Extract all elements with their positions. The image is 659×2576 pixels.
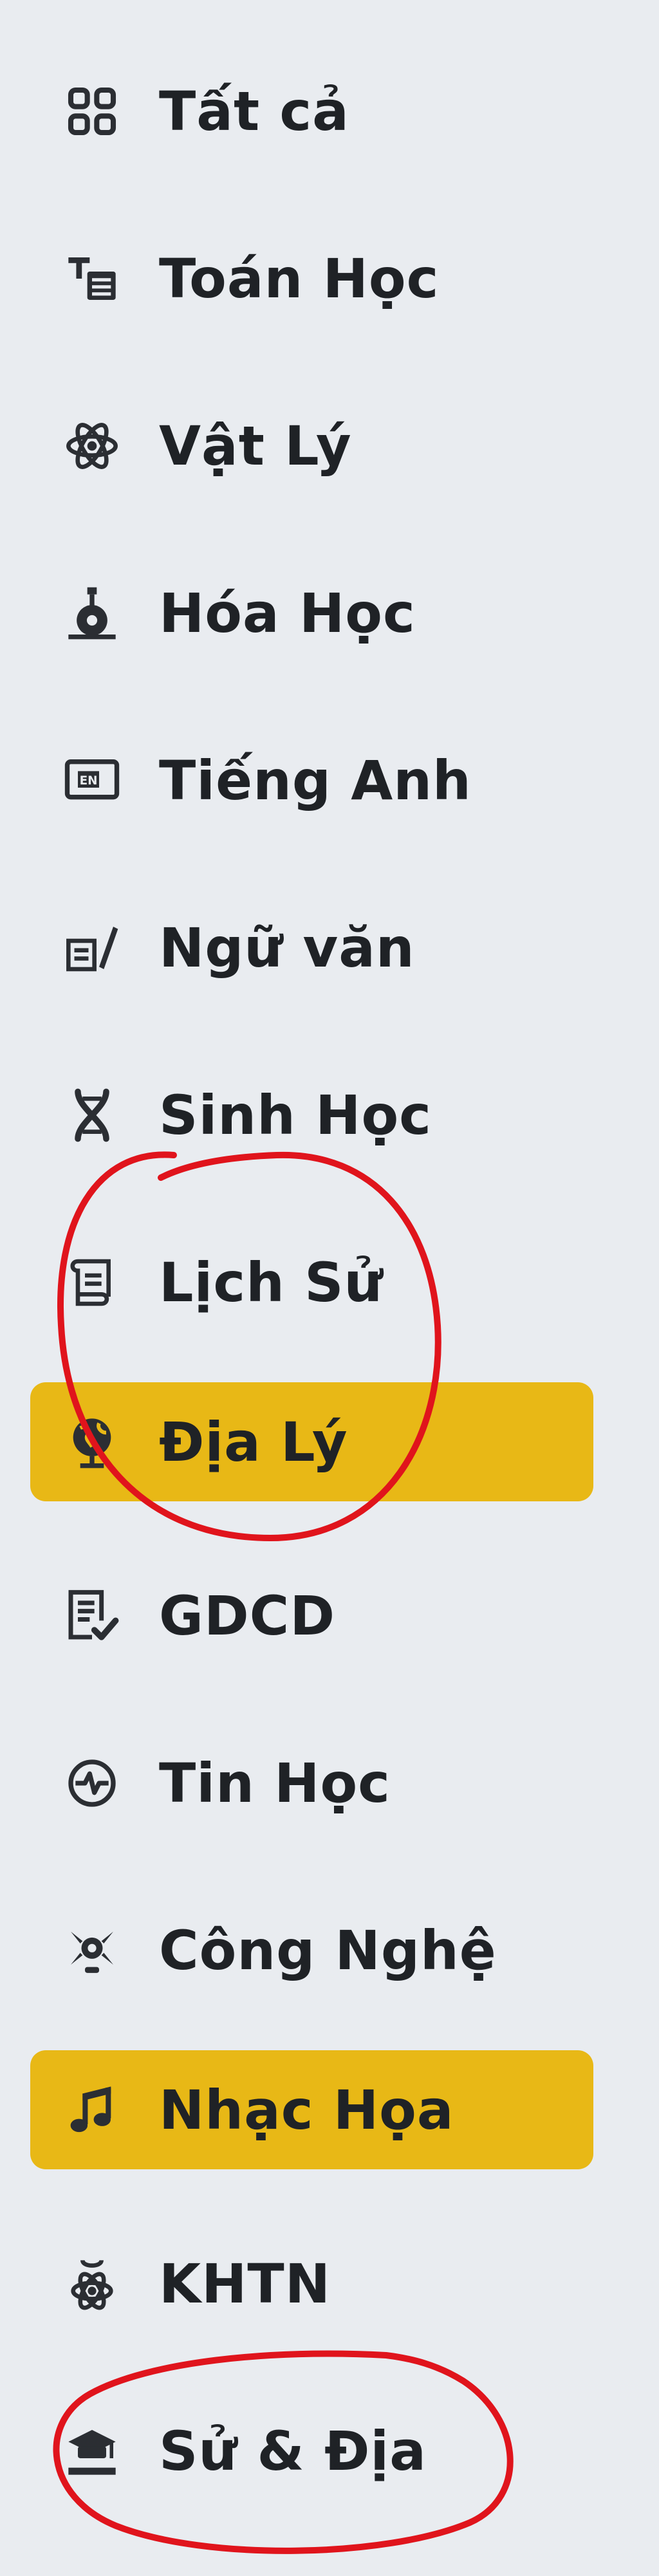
sidebar-item-label: Toán Học <box>159 246 440 310</box>
sidebar-item-chemistry[interactable]: Hóa Học <box>30 553 593 672</box>
flask-icon <box>64 585 120 642</box>
sidebar-item-civics[interactable]: GDCD <box>30 1556 593 1675</box>
sidebar-item-technology[interactable]: Công Nghệ <box>30 1891 593 2010</box>
sidebar-item-physics[interactable]: Vật Lý <box>30 386 593 505</box>
sidebar-item-label: Tất cả <box>159 79 349 143</box>
sidebar-item-history[interactable]: Lịch Sử <box>30 1223 593 1342</box>
sidebar-item-english[interactable]: EN Tiếng Anh <box>30 721 593 840</box>
history-geography-icon <box>64 2423 120 2479</box>
sidebar-item-natural-science[interactable]: KHTN <box>30 2224 593 2343</box>
sidebar-item-label: Nhạc Họa <box>159 2078 454 2142</box>
literature-icon <box>64 920 120 976</box>
dna-icon <box>64 1087 120 1144</box>
music-icon <box>64 2082 120 2138</box>
technology-icon <box>64 1922 120 1979</box>
sidebar-item-label: Tiếng Anh <box>159 748 472 812</box>
sidebar-item-label: Vật Lý <box>159 414 352 477</box>
sidebar-item-biology[interactable]: Sinh Học <box>30 1055 593 1174</box>
sidebar-item-math[interactable]: Toán Học <box>30 219 593 338</box>
sidebar-item-literature[interactable]: Ngữ văn <box>30 888 593 1007</box>
sidebar-item-label: Sử & Địa <box>159 2419 427 2483</box>
sidebar-item-label: Sinh Học <box>159 1083 432 1147</box>
sidebar-item-label: Công Nghệ <box>159 1918 497 1982</box>
atom-icon <box>64 418 120 474</box>
sidebar-item-label: Lịch Sử <box>159 1250 384 1314</box>
math-icon <box>64 250 120 307</box>
sidebar-item-label: Ngữ văn <box>159 916 415 979</box>
science-icon <box>64 2256 120 2312</box>
scroll-icon <box>64 1254 120 1311</box>
computer-icon <box>64 1755 120 1812</box>
english-icon: EN <box>64 752 120 809</box>
sidebar-item-label: Địa Lý <box>159 1410 348 1474</box>
sidebar-item-label: GDCD <box>159 1584 336 1647</box>
civics-icon <box>64 1588 120 1644</box>
sidebar-item-label: Hóa Học <box>159 581 416 645</box>
globe-icon <box>64 1414 120 1470</box>
grid-icon <box>64 83 120 140</box>
sidebar-item-all[interactable]: Tất cả <box>30 51 593 171</box>
sidebar-item-arts[interactable]: Nhạc Họa <box>30 2050 593 2169</box>
sidebar-item-informatics[interactable]: Tin Học <box>30 1723 593 1842</box>
svg-text:EN: EN <box>80 774 98 787</box>
sidebar-item-history-geography[interactable]: Sử & Địa <box>30 2391 593 2510</box>
sidebar-item-label: Tin Học <box>159 1751 391 1815</box>
sidebar-item-geography[interactable]: Địa Lý <box>30 1382 593 1501</box>
sidebar-item-label: KHTN <box>159 2252 331 2315</box>
